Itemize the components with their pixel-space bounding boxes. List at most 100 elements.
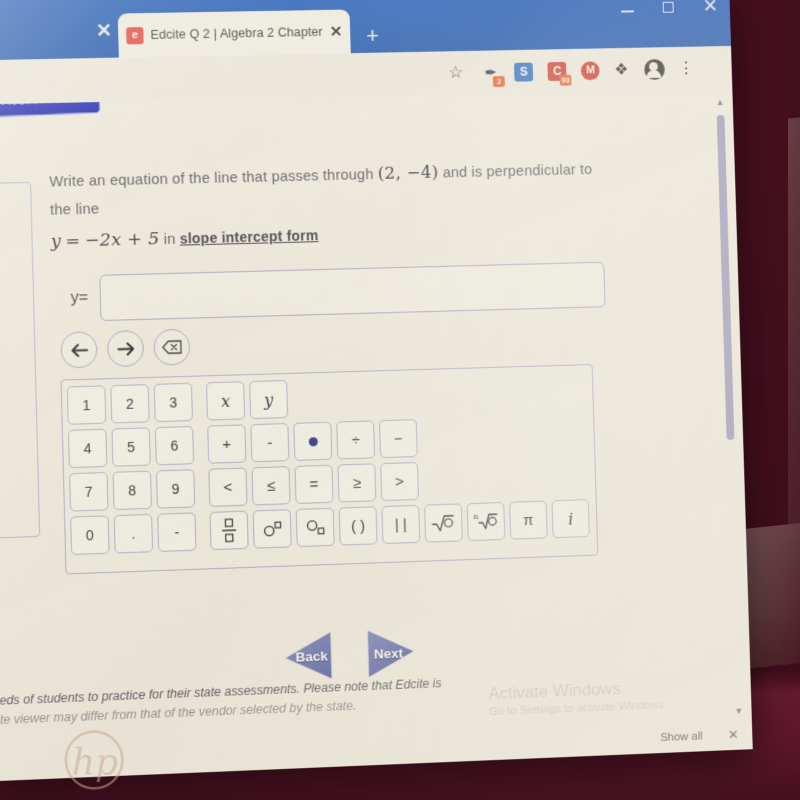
- key-fraction[interactable]: [209, 510, 249, 551]
- key-4[interactable]: 4: [67, 428, 108, 469]
- left-arrow-icon: [69, 342, 89, 358]
- svg-text:hp: hp: [72, 743, 118, 784]
- question-part-3: in: [163, 231, 176, 249]
- footer-disclaimer: e needs of students to practice for thei…: [0, 672, 498, 731]
- close-window-icon[interactable]: ✕: [702, 0, 718, 17]
- scrollbar-thumb[interactable]: [716, 114, 735, 441]
- question-text: Write an equation of the line that passe…: [49, 153, 618, 260]
- s-extension-icon[interactable]: S: [514, 62, 534, 82]
- backspace-button[interactable]: [153, 328, 191, 366]
- square-root-icon: [431, 513, 455, 534]
- pencil-extension-badge: 2: [493, 75, 506, 87]
- answer-label: y=: [70, 289, 89, 307]
- key-multiply[interactable]: [293, 421, 333, 461]
- previous-tab-close-icon[interactable]: ✕: [96, 20, 113, 43]
- chrome-menu-icon[interactable]: ⋮: [678, 59, 695, 78]
- question-equation-equals: =: [65, 231, 81, 252]
- key-square-root[interactable]: [424, 503, 463, 543]
- key-plus[interactable]: +: [207, 424, 247, 464]
- maximize-window-icon[interactable]: [662, 1, 674, 13]
- svg-text:n: n: [473, 512, 478, 521]
- key-7[interactable]: 7: [69, 471, 109, 512]
- nth-root-icon: n: [473, 512, 499, 533]
- back-button[interactable]: Back: [285, 632, 344, 680]
- question-point: (2, −4): [377, 162, 439, 184]
- profile-avatar-icon[interactable]: [643, 58, 665, 80]
- minimize-window-icon[interactable]: [621, 4, 634, 13]
- side-panel: [0, 181, 41, 542]
- new-tab-button[interactable]: +: [366, 23, 379, 49]
- question-part-1: Write an equation of the line that passe…: [49, 167, 374, 191]
- key-pi[interactable]: π: [509, 500, 548, 540]
- window-controls: ✕: [621, 0, 718, 17]
- windows-activation-watermark: Activate Windows Go to Settings to activ…: [488, 677, 667, 718]
- fraction-icon: [221, 517, 238, 544]
- key-parentheses[interactable]: ( ): [338, 506, 378, 546]
- bookmark-star-icon[interactable]: ☆: [448, 63, 464, 83]
- edcite-question-page: Reset Answer Write an equation of the li…: [0, 89, 753, 782]
- editor-nav-buttons: [60, 328, 191, 369]
- key-minus[interactable]: -: [250, 423, 290, 463]
- close-downloads-bar-icon[interactable]: ✕: [728, 727, 739, 743]
- answer-row: y=: [70, 261, 606, 322]
- show-all-downloads-link[interactable]: Show all: [660, 730, 703, 744]
- question-equation-rhs: −2x + 5: [84, 229, 160, 252]
- key-2[interactable]: 2: [110, 384, 150, 424]
- key-decimal-point[interactable]: .: [113, 513, 154, 554]
- subscript-icon: [306, 519, 325, 535]
- hp-brand-logo: hp: [64, 730, 124, 790]
- m-extension-icon[interactable]: M: [580, 60, 600, 80]
- key-variable-x[interactable]: x: [206, 381, 246, 421]
- question-equation-lhs: y: [50, 231, 62, 252]
- pencil-extension-icon[interactable]: ✒ 2: [481, 63, 506, 87]
- puzzle-extensions-icon[interactable]: ❖: [614, 60, 629, 80]
- next-button[interactable]: Next: [355, 629, 414, 677]
- laptop-screen: ✕ e Edcite Q 2 | Algebra 2 Chapter B T ✕…: [0, 0, 753, 782]
- key-greater-than-or-equal[interactable]: ≥: [337, 463, 377, 503]
- browser-tab-title: Edcite Q 2 | Algebra 2 Chapter B T: [150, 24, 323, 42]
- key-divide[interactable]: ÷: [336, 420, 376, 460]
- comparison-key-row: < ≤ = ≥ >: [208, 456, 588, 507]
- key-8[interactable]: 8: [112, 470, 152, 511]
- key-subscript[interactable]: [295, 507, 335, 548]
- c-extension-badge: 93: [559, 74, 572, 86]
- key-6[interactable]: 6: [154, 425, 195, 466]
- key-imaginary-unit[interactable]: i: [551, 499, 590, 539]
- browser-tab-edcite[interactable]: e Edcite Q 2 | Algebra 2 Chapter B T ✕: [117, 9, 351, 58]
- key-greater-than[interactable]: >: [380, 461, 420, 502]
- key-superscript[interactable]: [252, 509, 292, 549]
- answer-input[interactable]: [99, 261, 606, 322]
- key-0[interactable]: 0: [70, 515, 110, 556]
- key-equals[interactable]: =: [294, 464, 334, 505]
- cursor-left-button[interactable]: [60, 331, 98, 369]
- close-tab-icon[interactable]: ✕: [329, 23, 343, 41]
- key-subtract[interactable]: −: [379, 419, 418, 459]
- scroll-down-icon[interactable]: ▼: [734, 706, 744, 716]
- c-extension-icon[interactable]: C 93: [547, 61, 572, 86]
- key-3[interactable]: 3: [153, 382, 193, 423]
- question-block: Write an equation of the line that passe…: [49, 153, 618, 260]
- backspace-icon: [161, 340, 183, 355]
- variable-key-row: x y: [206, 371, 586, 421]
- key-1[interactable]: 1: [66, 385, 107, 425]
- math-keypad: 1 2 3 4 5 6 7 8 9 0 . - x y + - ÷ − < ≤ …: [60, 364, 599, 575]
- numeric-keypad: 1 2 3 4 5 6 7 8 9 0 . -: [66, 382, 197, 567]
- scroll-up-icon[interactable]: ▲: [715, 97, 725, 107]
- question-navigation: Back Next: [285, 629, 414, 680]
- key-negative[interactable]: -: [157, 512, 197, 552]
- template-key-row: ( ) | | n π i: [209, 499, 590, 551]
- cursor-right-button[interactable]: [106, 329, 145, 368]
- key-9[interactable]: 9: [155, 469, 196, 509]
- operator-key-row: + - ÷ −: [207, 414, 587, 464]
- key-less-than[interactable]: <: [208, 467, 248, 507]
- key-variable-y[interactable]: y: [249, 379, 289, 420]
- key-nth-root[interactable]: n: [466, 501, 506, 542]
- slope-intercept-form-link[interactable]: slope intercept form: [180, 227, 319, 246]
- key-less-than-or-equal[interactable]: ≤: [251, 466, 291, 506]
- symbol-keypad: x y + - ÷ − < ≤ = ≥ > () | | n π i: [200, 371, 590, 562]
- edcite-favicon: e: [126, 26, 144, 44]
- right-arrow-icon: [116, 341, 136, 357]
- key-absolute-value[interactable]: | |: [381, 504, 421, 545]
- photograph-of-laptop-screen: ✕ e Edcite Q 2 | Algebra 2 Chapter B T ✕…: [0, 0, 800, 800]
- key-5[interactable]: 5: [111, 427, 151, 467]
